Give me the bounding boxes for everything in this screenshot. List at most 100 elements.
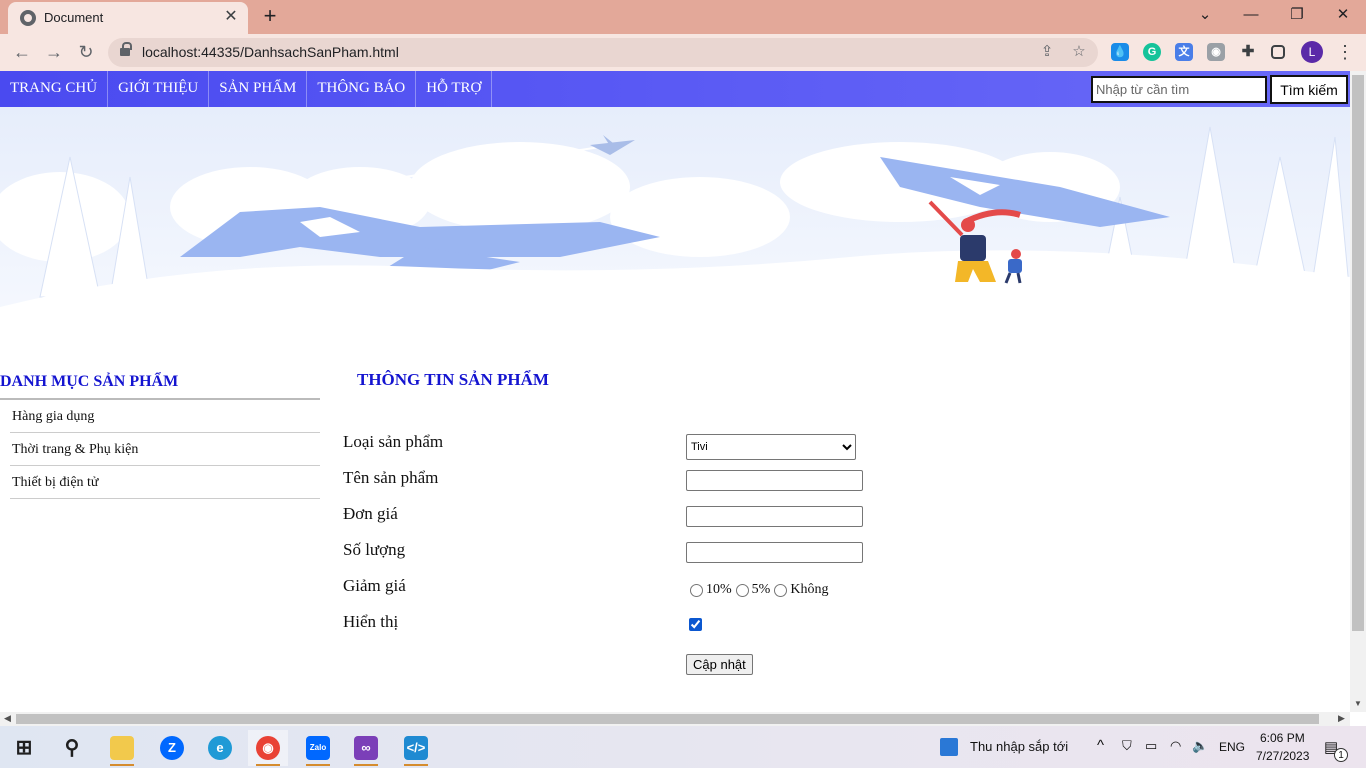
name-row: Tên sản phẩm <box>343 468 943 504</box>
horizontal-scroll-thumb[interactable] <box>16 714 1319 724</box>
folder-icon <box>110 736 134 760</box>
visible-label: Hiển thị <box>343 612 399 631</box>
menu-dots-icon[interactable]: ⋮ <box>1336 42 1354 62</box>
horizontal-scrollbar[interactable]: ◀ ▶ <box>0 712 1350 726</box>
z-app-icon: Z <box>160 736 184 760</box>
sidebar-title: DANH MỤC SẢN PHẨM <box>0 370 320 400</box>
quantity-label: Số lượng <box>343 540 406 559</box>
vscode-icon: </> <box>404 736 428 760</box>
taskbar-zalo[interactable]: Zalo <box>298 730 338 766</box>
tab-title: Document <box>44 10 104 25</box>
reload-icon[interactable]: ↻ <box>74 41 98 63</box>
price-input[interactable] <box>686 506 863 527</box>
language-indicator[interactable]: ENG <box>1219 740 1245 754</box>
scroll-down-arrow-icon[interactable]: ▼ <box>1354 699 1362 708</box>
browser-tab[interactable]: Document ✕ <box>8 2 248 34</box>
edge-icon: e <box>208 736 232 760</box>
profile-avatar[interactable]: L <box>1301 41 1323 63</box>
taskbar-visual-studio[interactable]: ∞ <box>346 730 386 766</box>
browser-toolbar: ← → ↻ localhost:44335/DanhsachSanPham.ht… <box>0 34 1366 71</box>
vertical-scrollbar[interactable]: ▼ <box>1350 71 1366 712</box>
restore-icon[interactable]: ❐ <box>1277 4 1317 26</box>
camera-extension-icon[interactable]: ◉ <box>1207 43 1225 61</box>
discount-radio-group: 10% 5% Không <box>688 582 830 598</box>
clock-date[interactable]: 7/27/2023 <box>1256 749 1309 763</box>
new-tab-icon[interactable]: + <box>258 5 282 29</box>
site-search-button[interactable]: Tìm kiếm <box>1270 75 1348 104</box>
tray-app-icon[interactable]: ⛉ <box>1122 738 1132 754</box>
discount-option-5-label: 5% <box>751 582 771 597</box>
close-window-icon[interactable]: ✕ <box>1323 4 1363 26</box>
clock-time[interactable]: 6:06 PM <box>1260 731 1305 745</box>
nav-item-support[interactable]: HỖ TRỢ <box>416 71 493 107</box>
discount-radio-none[interactable] <box>774 583 788 597</box>
visible-checkbox[interactable] <box>689 618 702 631</box>
close-tab-icon[interactable]: ✕ <box>222 8 240 26</box>
nav-item-home[interactable]: TRANG CHỦ <box>0 71 109 107</box>
product-name-input[interactable] <box>686 470 863 491</box>
category-item-fashion[interactable]: Thời trang & Phụ kiện <box>10 433 320 466</box>
grammarly-extension-icon[interactable]: G <box>1143 43 1161 61</box>
translate-extension-icon[interactable]: 文 <box>1175 43 1193 61</box>
url-text: localhost:44335/DanhsachSanPham.html <box>142 44 399 60</box>
tab-search-icon[interactable]: ⌄ <box>1185 4 1225 26</box>
discount-option-10-label: 10% <box>706 582 732 597</box>
scroll-left-arrow-icon[interactable]: ◀ <box>4 713 11 724</box>
update-button[interactable]: Cập nhật <box>686 654 753 675</box>
news-widget-icon[interactable] <box>940 738 958 756</box>
notification-count-badge: 1 <box>1334 748 1348 762</box>
discount-row: Giảm giá 10% 5% Không <box>343 576 943 612</box>
nav-item-products[interactable]: SẢN PHẨM <box>209 71 308 107</box>
minimize-icon[interactable]: — <box>1231 4 1271 26</box>
water-drop-extension-icon[interactable]: 💧 <box>1111 43 1129 61</box>
extensions-puzzle-icon[interactable]: ✚ <box>1239 43 1257 61</box>
price-label: Đơn giá <box>343 504 398 523</box>
taskbar-vscode[interactable]: </> <box>396 730 436 766</box>
search-icon: ⚲ <box>64 737 80 759</box>
news-widget-text[interactable]: Thu nhập sắp tới <box>970 739 1068 754</box>
taskbar-zalo-app[interactable]: Z <box>152 730 192 766</box>
discount-radio-10[interactable] <box>690 583 703 597</box>
taskbar-edge[interactable]: e <box>200 730 240 766</box>
discount-label: Giảm giá <box>343 576 406 595</box>
battery-icon[interactable]: ▭ <box>1145 738 1157 754</box>
category-item-electronics[interactable]: Thiết bị điện tử <box>10 466 320 499</box>
taskbar-chrome[interactable]: ◉ <box>248 730 288 766</box>
visible-row: Hiển thị <box>343 612 943 648</box>
product-name-label: Tên sản phẩm <box>343 468 439 487</box>
form-title: THÔNG TIN SẢN PHẨM <box>357 370 549 389</box>
side-panel-icon[interactable] <box>1271 45 1285 59</box>
scroll-right-arrow-icon[interactable]: ▶ <box>1338 713 1345 724</box>
address-bar[interactable]: localhost:44335/DanhsachSanPham.html ⇪ ☆ <box>108 38 1098 67</box>
visual-studio-icon: ∞ <box>354 736 378 760</box>
category-list: Hàng gia dụng Thời trang & Phụ kiện Thiế… <box>10 400 320 499</box>
site-search-input[interactable] <box>1091 76 1267 103</box>
taskbar-file-explorer[interactable] <box>102 730 142 766</box>
share-icon[interactable]: ⇪ <box>1038 43 1056 61</box>
site-navbar: TRANG CHỦ GIỚI THIỆU SẢN PHẨM THÔNG BÁO … <box>0 71 1350 107</box>
chrome-icon: ◉ <box>256 736 280 760</box>
wifi-icon[interactable]: ◠ <box>1170 738 1181 754</box>
globe-icon <box>20 10 36 26</box>
bookmark-star-icon[interactable]: ☆ <box>1070 43 1088 61</box>
zalo-icon: Zalo <box>306 736 330 760</box>
start-button[interactable]: ⊞ <box>4 730 44 766</box>
lock-icon[interactable] <box>120 42 132 58</box>
quantity-input[interactable] <box>686 542 863 563</box>
category-label: Loại sản phẩm <box>343 432 444 451</box>
quantity-row: Số lượng <box>343 540 943 576</box>
back-icon[interactable]: ← <box>10 41 34 63</box>
search-taskbar-button[interactable]: ⚲ <box>52 730 92 766</box>
category-sidebar: DANH MỤC SẢN PHẨM Hàng gia dụng Thời tra… <box>0 370 320 499</box>
category-select[interactable]: Tivi <box>686 434 856 460</box>
vertical-scroll-thumb[interactable] <box>1352 75 1364 631</box>
volume-icon[interactable]: 🔈 <box>1192 738 1208 754</box>
nav-item-notices[interactable]: THÔNG BÁO <box>307 71 417 107</box>
nav-item-about[interactable]: GIỚI THIỆU <box>108 71 210 107</box>
price-row: Đơn giá <box>343 504 943 540</box>
forward-icon[interactable]: → <box>42 41 66 63</box>
category-item-household[interactable]: Hàng gia dụng <box>10 400 320 433</box>
discount-radio-5[interactable] <box>735 583 749 597</box>
tray-chevron-icon[interactable]: ^ <box>1097 737 1104 754</box>
discount-option-none-label: Không <box>790 582 829 597</box>
